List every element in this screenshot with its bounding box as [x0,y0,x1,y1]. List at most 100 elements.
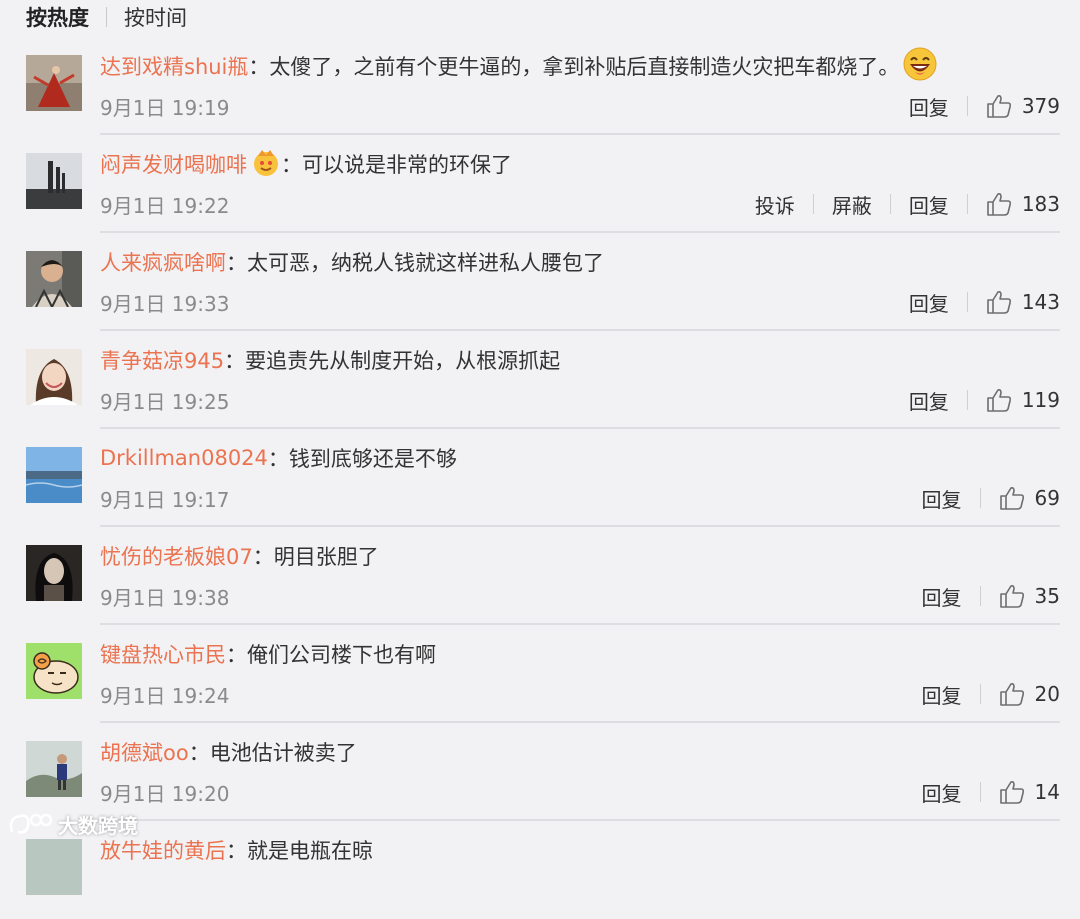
thumbs-up-icon [999,487,1024,510]
colon: ： [226,643,247,667]
vip-crown-badge-icon [251,147,281,182]
action-divider [966,390,968,410]
comment-text: 电池估计被卖了 [209,741,357,765]
avatar[interactable] [26,251,82,307]
reply-button[interactable]: 回复 [922,484,962,513]
colon: ： [188,741,210,765]
comment-list: 达到戏精shui瓶：太傻了，之前有个更牛逼的，拿到补贴后直接制造火灾把车都烧了。… [0,37,1080,919]
like-button[interactable]: 183 [986,192,1060,216]
action-divider [979,488,981,508]
username-link[interactable]: 闷声发财喝咖啡 [100,149,247,179]
reply-button[interactable]: 回复 [922,778,962,807]
like-button[interactable]: 119 [986,388,1060,412]
like-count: 14 [1034,780,1060,804]
sort-by-hot-tab[interactable]: 按热度 [26,2,89,32]
colon: ： [248,55,270,79]
like-count: 119 [1021,388,1060,412]
comment-item: Drkillman08024：钱到底够还是不够 9月1日 19:17 回复 69 [0,429,1080,527]
comment-item: 忧伤的老板娘07：明目张胆了 9月1日 19:38 回复 35 [0,527,1080,625]
username-link[interactable]: Drkillman08024 [100,446,268,470]
like-count: 20 [1034,682,1060,706]
thumbs-up-icon [999,683,1024,706]
comment-item: 青争菇凉945：要追责先从制度开始，从根源抓起 9月1日 19:25 回复 11… [0,331,1080,429]
reply-button[interactable]: 回复 [909,92,949,121]
thumbs-up-icon [987,389,1011,412]
sort-by-time-tab[interactable]: 按时间 [124,2,187,32]
comment-actions: 回复 14 [922,777,1060,807]
colon: ： [224,349,246,373]
like-count: 379 [1021,94,1060,118]
username-link[interactable]: 放牛娃的黄后 [100,835,226,865]
comment-text: 明目张胆了 [273,545,379,569]
action-divider [966,96,968,116]
comment-time: 9月1日 19:19 [100,95,230,120]
comment-text: 太傻了，之前有个更牛逼的，拿到补贴后直接制造火灾把车都烧了。 [269,55,900,79]
comment-actions: 回复 119 [909,385,1060,415]
username-link[interactable]: 忧伤的老板娘07 [100,541,253,571]
thumbs-up-icon [999,781,1024,804]
block-button[interactable]: 屏蔽 [832,190,872,219]
comment-actions: 回复 20 [922,679,1060,709]
comment-item: 达到戏精shui瓶：太傻了，之前有个更牛逼的，拿到补贴后直接制造火灾把车都烧了。… [0,37,1080,135]
comment-text: 要追责先从制度开始，从根源抓起 [245,349,561,373]
like-button[interactable]: 35 [999,584,1060,608]
like-count: 143 [1021,290,1060,314]
avatar[interactable] [26,839,82,895]
thumbs-up-icon [987,291,1011,314]
reply-button[interactable]: 回复 [909,288,949,317]
username-link[interactable]: 达到戏精shui瓶 [100,51,248,81]
avatar[interactable] [26,545,82,601]
avatar[interactable] [26,741,82,797]
comment-time: 9月1日 19:25 [100,389,230,414]
comment-time: 9月1日 19:20 [100,781,230,806]
watermark-text: 大数跨境 [58,814,138,838]
like-button[interactable]: 379 [986,94,1060,118]
username-link[interactable]: 键盘热心市民 [100,639,226,669]
avatar[interactable] [26,55,82,111]
avatar[interactable] [26,447,82,503]
comment-text: 钱到底够还是不够 [288,447,457,471]
avatar[interactable] [26,643,82,699]
report-button[interactable]: 投诉 [755,190,795,219]
comment-item: 键盘热心市民：俺们公司楼下也有啊 9月1日 19:24 回复 20 [0,625,1080,723]
sort-tabs-divider [106,7,107,27]
comment-text: 就是电瓶在晾 [247,839,373,863]
comment-text: 俺们公司楼下也有啊 [247,643,436,667]
username-link[interactable]: 青争菇凉945 [100,345,224,375]
avatar[interactable] [26,153,82,209]
comment-time: 9月1日 19:38 [100,585,230,610]
action-divider [812,194,814,214]
comment-actions: 回复 69 [922,483,1060,513]
comment-item: 胡德斌oo：电池估计被卖了 9月1日 19:20 回复 14 [0,723,1080,821]
action-divider [966,292,968,312]
thumbs-up-icon [987,193,1011,216]
comment-time: 9月1日 19:22 [100,193,230,218]
comment-item: 闷声发财喝咖啡 ：可以说是非常的环保了 9月1日 19:22 投诉 屏蔽 回复 [0,135,1080,233]
username-link[interactable]: 胡德斌oo [100,737,189,767]
reply-button[interactable]: 回复 [922,680,962,709]
reply-button[interactable]: 回复 [909,190,949,219]
comment-time: 9月1日 19:33 [100,291,230,316]
reply-button[interactable]: 回复 [909,386,949,415]
comment-item: 人来疯疯啥啊：太可恶，纳税人钱就这样进私人腰包了 9月1日 19:33 回复 1… [0,233,1080,331]
watermark-logo-icon [9,813,52,834]
like-button[interactable]: 69 [999,486,1060,510]
comment-time: 9月1日 19:24 [100,683,230,708]
comment-actions: 回复 143 [909,287,1060,317]
thumbs-up-icon [999,585,1024,608]
like-button[interactable]: 14 [999,780,1060,804]
comment-item-partial: 放牛娃的黄后：就是电瓶在晾 [0,821,1080,919]
avatar[interactable] [26,349,82,405]
like-button[interactable]: 143 [986,290,1060,314]
action-divider [979,586,981,606]
reply-button[interactable]: 回复 [922,582,962,611]
laughing-emoji-icon [903,47,937,86]
like-button[interactable]: 20 [999,682,1060,706]
username-link[interactable]: 人来疯疯啥啊 [100,247,226,277]
sort-tabs: 按热度 按时间 [26,0,187,34]
thumbs-up-icon [987,95,1011,118]
like-count: 69 [1034,486,1060,510]
colon: ： [267,447,289,471]
action-divider [889,194,891,214]
colon: ： [281,153,302,177]
